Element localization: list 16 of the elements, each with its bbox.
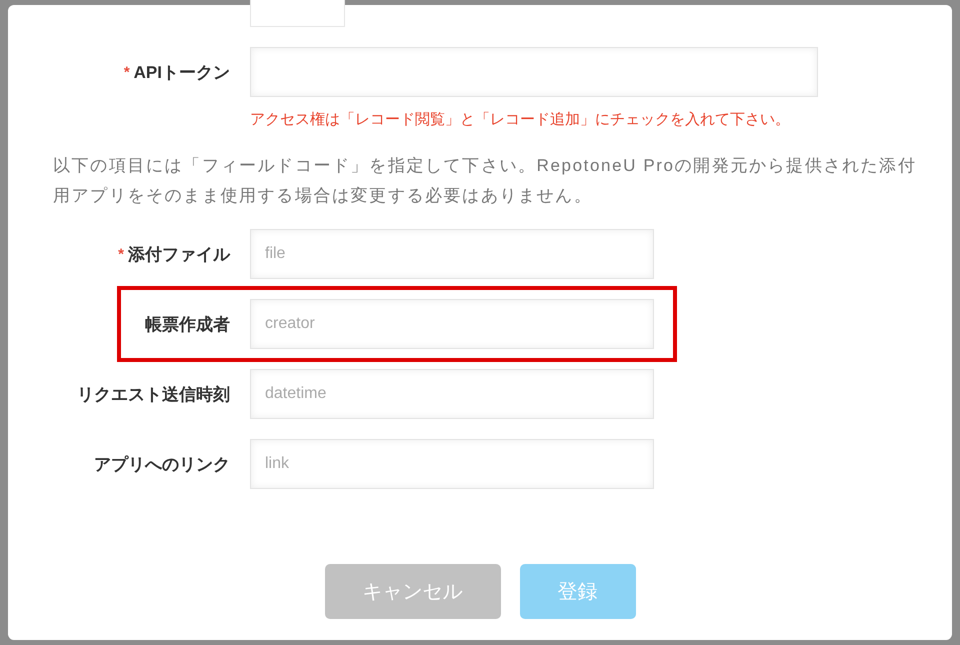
input-field[interactable]: link [250, 439, 654, 489]
field-label: リクエスト送信時刻 [77, 384, 230, 406]
field-label: 帳票作成者 [145, 314, 230, 336]
description-text: 以下の項目には「フィールドコード」を指定して下さい。RepotoneU Proの開発元から提供された添付用アプリをそのまま使用する場合は変更する必要はありません。 [53, 155, 918, 207]
cancel-button[interactable]: キャンセル [324, 564, 500, 619]
field-label: 添付ファイル [128, 244, 230, 266]
input-field[interactable]: datetime [250, 369, 654, 419]
input-field[interactable]: creator [250, 299, 654, 349]
field-label: アプリへのリンク [94, 454, 230, 476]
input-field[interactable] [250, 47, 818, 97]
required-asterisk: * [118, 246, 124, 262]
input-field[interactable]: file [250, 229, 654, 279]
required-asterisk: * [124, 64, 130, 80]
input-field[interactable] [250, 0, 345, 27]
field-label: APIトークン [134, 62, 230, 84]
help-text: アクセス権は「レコード閲覧」と「レコード追加」にチェックを入れて下さい。 [250, 110, 791, 129]
